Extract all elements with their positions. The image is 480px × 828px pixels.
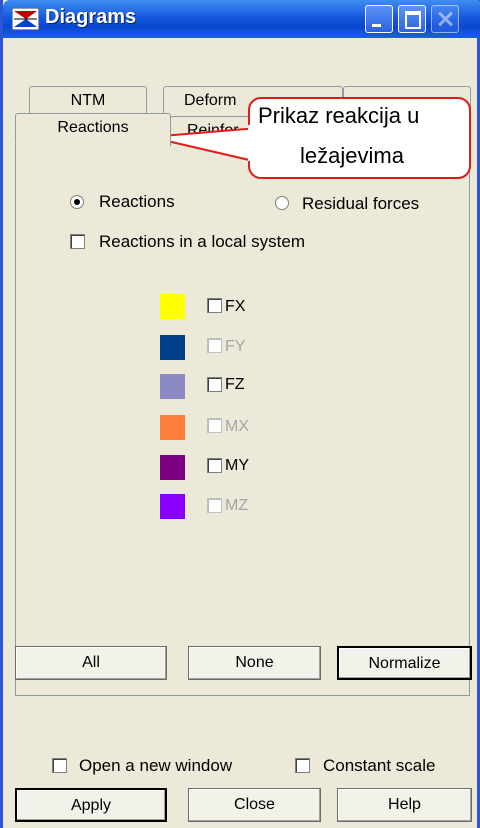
label-fz: FZ bbox=[225, 376, 245, 393]
annotation-callout: Prikaz reakcija u ležajevima bbox=[248, 97, 471, 179]
minimize-icon[interactable] bbox=[365, 5, 393, 33]
checkbox-open-new-window[interactable] bbox=[52, 758, 67, 773]
label-fy: FY bbox=[225, 338, 246, 355]
close-icon[interactable] bbox=[431, 5, 459, 33]
annotation-line1: Prikaz reakcija u bbox=[258, 103, 420, 128]
color-swatch-fz[interactable] bbox=[160, 374, 185, 399]
constant-scale-label: Constant scale bbox=[323, 756, 436, 775]
checkbox-mx bbox=[207, 418, 222, 433]
color-swatch-fy[interactable] bbox=[160, 335, 185, 360]
checkbox-my[interactable] bbox=[207, 458, 222, 473]
color-swatch-my[interactable] bbox=[160, 455, 185, 480]
checkbox-constant-scale[interactable] bbox=[295, 758, 310, 773]
tab-reinfor-label: Reinfor bbox=[187, 122, 239, 139]
checkbox-local-system-label: Reactions in a local system bbox=[99, 232, 305, 251]
open-new-window-label: Open a new window bbox=[79, 756, 233, 775]
all-button[interactable]: All bbox=[15, 646, 167, 680]
diagrams-app-icon bbox=[12, 8, 39, 30]
apply-button[interactable]: Apply bbox=[15, 788, 167, 822]
checkbox-mz bbox=[207, 498, 222, 513]
checkbox-local-system[interactable] bbox=[70, 234, 85, 249]
tab-deform-label: Deform bbox=[184, 92, 237, 109]
checkbox-fy bbox=[207, 338, 222, 353]
tab-reactions[interactable]: Reactions bbox=[15, 113, 171, 143]
close-button[interactable]: Close bbox=[188, 788, 321, 822]
label-mz: MZ bbox=[225, 497, 249, 514]
help-button[interactable]: Help bbox=[337, 788, 472, 822]
color-swatch-fx[interactable] bbox=[160, 294, 185, 319]
checkbox-fz[interactable] bbox=[207, 377, 222, 392]
tab-ntm[interactable]: NTM bbox=[29, 86, 147, 116]
maximize-icon[interactable] bbox=[398, 5, 426, 33]
tab-ntm-label: NTM bbox=[70, 92, 106, 109]
radio-residual-forces-label: Residual forces bbox=[302, 194, 420, 213]
radio-reactions-label: Reactions bbox=[99, 192, 175, 211]
label-fx: FX bbox=[225, 298, 246, 315]
checkbox-fx[interactable] bbox=[207, 298, 222, 313]
color-swatch-mz[interactable] bbox=[160, 494, 185, 519]
title-bar[interactable]: Diagrams bbox=[3, 0, 480, 38]
tab-reactions-label: Reactions bbox=[57, 119, 129, 136]
none-button[interactable]: None bbox=[188, 646, 321, 680]
label-mx: MX bbox=[225, 418, 249, 435]
annotation-line2: ležajevima bbox=[300, 143, 404, 168]
color-swatch-mx[interactable] bbox=[160, 415, 185, 440]
window-title: Diagrams bbox=[45, 6, 137, 28]
radio-reactions[interactable] bbox=[70, 195, 84, 209]
normalize-button[interactable]: Normalize bbox=[337, 646, 472, 680]
radio-residual-forces[interactable] bbox=[275, 196, 289, 210]
label-my: MY bbox=[225, 457, 249, 474]
